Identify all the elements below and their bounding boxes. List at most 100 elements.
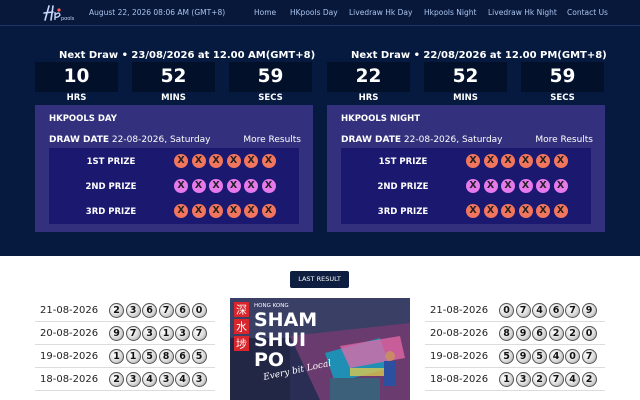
result-ball: X <box>553 179 568 193</box>
more-results-link[interactable]: More Results <box>535 135 593 145</box>
result-ball: X <box>191 204 206 218</box>
result-ball: X <box>191 154 206 168</box>
result-ball: X <box>226 204 241 218</box>
nav-hkpools-day[interactable]: HKpools Day <box>290 8 338 17</box>
nav-home[interactable]: Home <box>254 8 276 17</box>
digit-ball: 0 <box>565 349 580 364</box>
nav-livedraw-hk-night[interactable]: Livedraw Hk Night <box>488 8 557 17</box>
digit-ball: 2 <box>565 326 580 341</box>
prize-table: 1ST PRIZE X X X X X X 2ND PRIZE X X X X … <box>341 148 591 224</box>
digit-ball: 2 <box>532 372 547 387</box>
prize-label: 2ND PRIZE <box>377 182 429 192</box>
result-ball: X <box>209 204 223 218</box>
digit-ball: 6 <box>548 303 564 318</box>
result-ball: X <box>536 154 550 168</box>
result-ball: X <box>501 204 515 218</box>
ad-chinese-char: 水 <box>236 321 247 334</box>
nav-livedraw-hk-day[interactable]: Livedraw Hk Day <box>349 8 412 17</box>
result-ball: X <box>261 204 276 218</box>
countdown-hours-label-night: HRS <box>358 93 379 103</box>
draw-date-label: DRAW DATE <box>341 135 402 145</box>
digit-ball: 1 <box>109 349 124 364</box>
prize-table: 1ST PRIZE X X X X X X 2ND PRIZE X X X X … <box>49 148 299 224</box>
digit-ball: 6 <box>532 326 547 341</box>
result-date: 18-08-2026 <box>40 374 99 385</box>
logo-text: pools <box>61 16 75 22</box>
draw-date: DRAW DATE 22-08-2026, Saturday <box>49 135 211 145</box>
result-ball: X <box>244 204 258 218</box>
digit-ball: 9 <box>109 326 124 341</box>
digit-ball: 2 <box>581 372 597 387</box>
digit-ball: 3 <box>125 372 141 387</box>
result-card-day: HKPOOLS DAY DRAW DATE 22-08-2026, Saturd… <box>35 105 313 232</box>
prize-balls: X X X X X X <box>466 204 568 218</box>
result-row: 21-08-2026 0 7 4 6 7 9 <box>425 299 605 322</box>
result-digits: 1 1 5 8 6 5 <box>109 349 207 364</box>
next-draw-night: Next Draw • 22/08/2026 at 12.00 PM(GMT+8… <box>351 50 607 61</box>
digit-ball: 5 <box>532 349 547 364</box>
digit-ball: 3 <box>191 372 207 387</box>
countdown-hours-day: 10 <box>35 62 118 92</box>
digit-ball: 8 <box>158 349 174 364</box>
prize-balls: X X X X X X <box>466 179 568 193</box>
ad-title-line: SHUI <box>254 329 306 351</box>
digit-ball: 5 <box>142 349 157 364</box>
digit-ball: 6 <box>175 349 190 364</box>
nav-hkpools-night[interactable]: Hkpools Night <box>424 8 476 17</box>
countdown-minutes-label-day: MINS <box>161 93 186 103</box>
top-navbar: pools August 22, 2026 08:06 AM (GMT+8) H… <box>0 0 640 26</box>
result-date: 20-08-2026 <box>40 328 99 339</box>
sham-shui-po-image: 深 水 埗 HONG KONG SHAM SHUI PO Every bit L… <box>230 298 410 400</box>
countdown-seconds-night: 59 <box>521 62 604 92</box>
result-row: 21-08-2026 2 3 6 7 6 0 <box>35 299 215 322</box>
digit-ball: 0 <box>499 303 514 318</box>
result-digits: 5 9 5 4 0 7 <box>499 349 597 364</box>
prize-balls: X X X X X X <box>174 179 276 193</box>
prize-row-2nd: 2ND PRIZE X X X X X X <box>341 175 591 200</box>
prize-label: 3RD PRIZE <box>377 207 429 217</box>
prize-row-3rd: 3RD PRIZE X X X X X X <box>49 200 299 225</box>
result-ball: X <box>466 179 480 193</box>
countdown-minutes-label-night: MINS <box>453 93 478 103</box>
nav-contact-us[interactable]: Contact Us <box>567 8 608 17</box>
result-ball: X <box>244 179 258 193</box>
countdown-minutes-night: 52 <box>424 62 507 92</box>
result-digits: 2 3 6 7 6 0 <box>109 303 207 318</box>
digit-ball: 7 <box>581 349 597 364</box>
result-row: 20-08-2026 8 9 6 2 2 0 <box>425 322 605 345</box>
result-ball: X <box>174 154 188 168</box>
current-datetime: August 22, 2026 08:06 AM (GMT+8) <box>89 8 226 17</box>
prize-balls: X X X X X X <box>466 154 568 168</box>
result-ball: X <box>261 154 276 168</box>
digit-ball: 5 <box>499 349 514 364</box>
countdown-hours-label-day: HRS <box>66 93 87 103</box>
result-digits: 0 7 4 6 7 9 <box>499 303 597 318</box>
digit-ball: 4 <box>532 303 547 318</box>
prize-row-1st: 1ST PRIZE X X X X X X <box>49 150 299 175</box>
site-logo[interactable]: pools <box>40 2 76 24</box>
digit-ball: 6 <box>175 303 190 318</box>
digit-ball: 9 <box>515 349 531 364</box>
result-ball: X <box>501 179 515 193</box>
result-digits: 2 3 4 3 4 3 <box>109 372 207 387</box>
result-digits: 8 9 6 2 2 0 <box>499 326 597 341</box>
ad-title-line: PO <box>254 349 284 371</box>
result-ball: X <box>226 154 241 168</box>
digit-ball: 1 <box>499 372 514 387</box>
advertisement-banner[interactable]: 深 水 埗 HONG KONG SHAM SHUI PO Every bit L… <box>230 298 410 400</box>
result-date: 18-08-2026 <box>430 374 489 385</box>
prize-label: 1ST PRIZE <box>378 157 428 167</box>
digit-ball: 3 <box>515 372 531 387</box>
countdown-minutes-day: 52 <box>132 62 215 92</box>
digit-ball: 3 <box>175 326 190 341</box>
digit-ball: 2 <box>548 326 564 341</box>
last-result-button[interactable]: LAST RESULT <box>290 271 349 288</box>
more-results-link[interactable]: More Results <box>243 135 301 145</box>
result-ball: X <box>209 154 223 168</box>
result-ball: X <box>553 204 568 218</box>
result-row: 19-08-2026 1 1 5 8 6 5 <box>35 345 215 368</box>
digit-ball: 7 <box>191 326 207 341</box>
digit-ball: 5 <box>191 349 207 364</box>
digit-ball: 1 <box>125 349 141 364</box>
digit-ball: 7 <box>125 326 141 341</box>
